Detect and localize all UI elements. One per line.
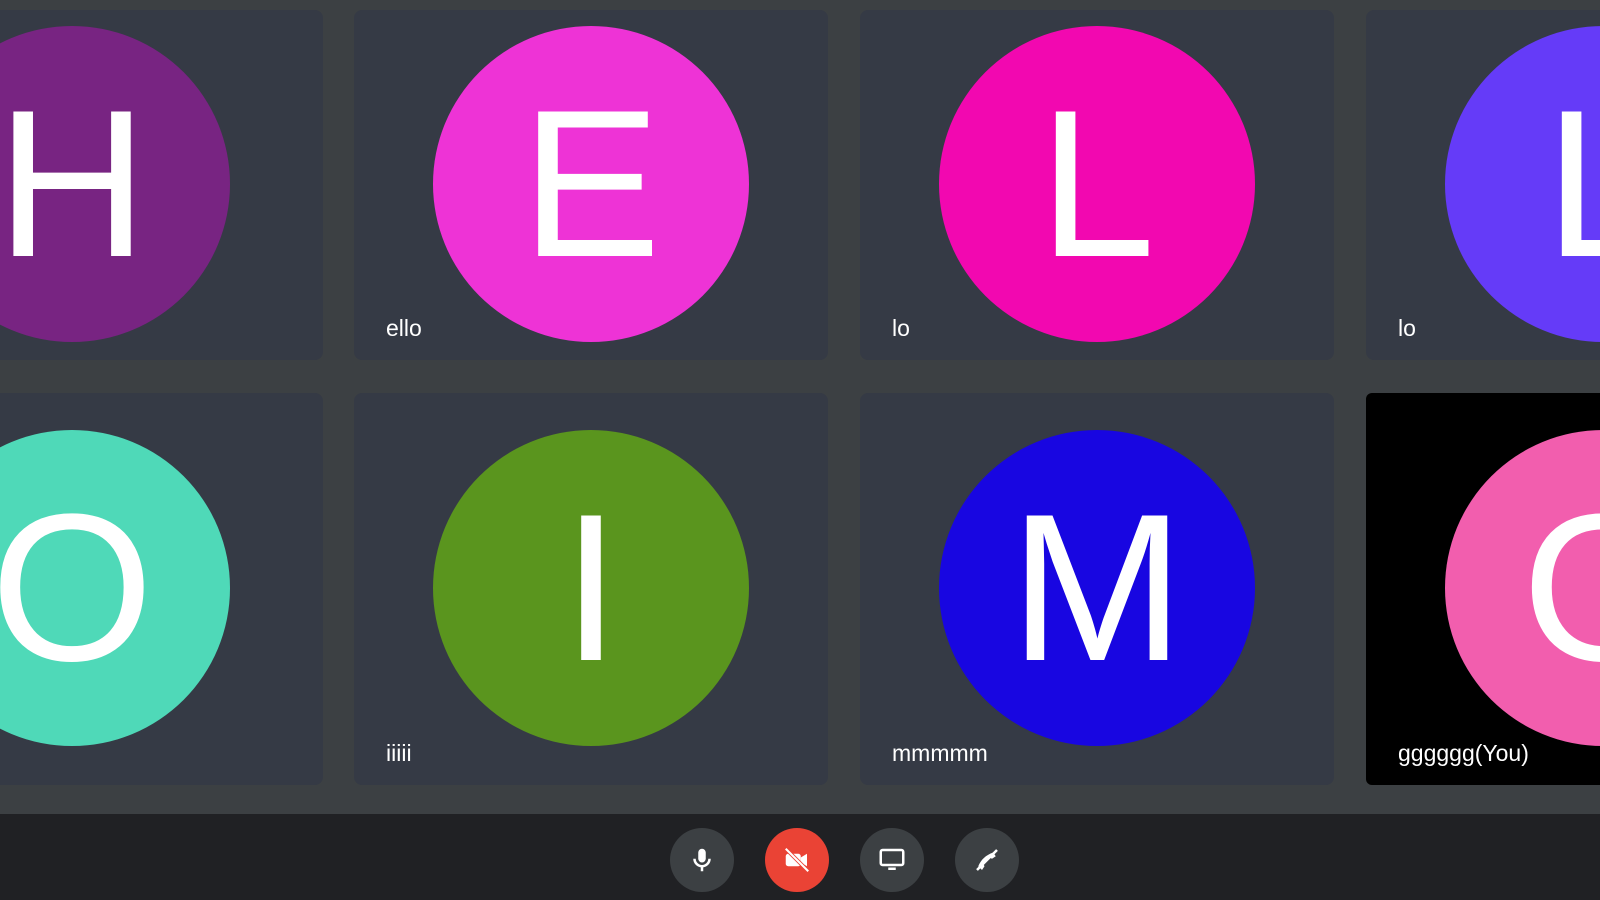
leave-call-button[interactable] <box>955 828 1019 892</box>
avatar-initial: E <box>520 66 662 301</box>
microphone-button[interactable] <box>670 828 734 892</box>
participant-avatar: L <box>1445 26 1600 342</box>
avatar-initial: H <box>0 66 148 301</box>
present-screen-icon <box>879 848 905 870</box>
participant-avatar: O <box>0 430 230 746</box>
participant-name: lo <box>892 315 910 341</box>
participant-avatar: M <box>939 430 1255 746</box>
participant-name: iiiii <box>386 740 412 766</box>
participant-avatar: I <box>433 430 749 746</box>
participant-name: ello <box>386 315 422 341</box>
participant-avatar: L <box>939 26 1255 342</box>
avatar-initial: L <box>1038 66 1156 301</box>
hang-up-icon <box>976 849 998 871</box>
avatar-initial: L <box>1545 79 1600 289</box>
participant-avatar: E <box>433 26 749 342</box>
camera-toggle-button[interactable] <box>765 828 829 892</box>
present-screen-button[interactable] <box>860 828 924 892</box>
participant-tile[interactable]: L lo <box>1366 10 1600 360</box>
participant-avatar: H <box>0 26 230 342</box>
camera-off-icon <box>784 847 810 873</box>
participant-tile[interactable]: L lo <box>860 10 1334 360</box>
self-view-tile[interactable]: G gggggg(You) <box>1366 393 1600 785</box>
participant-tile[interactable]: M mmmmm <box>860 393 1334 785</box>
participant-name: lo <box>1398 315 1416 341</box>
call-controls-toolbar <box>0 814 1600 900</box>
participant-tile[interactable]: H <box>0 10 323 360</box>
participant-avatar: G <box>1445 430 1600 746</box>
avatar-initial: M <box>1009 470 1185 705</box>
participant-tile[interactable]: E ello <box>354 10 828 360</box>
microphone-icon <box>693 848 711 872</box>
participant-tile[interactable]: O <box>0 393 323 785</box>
participant-tile[interactable]: I iiiii <box>354 393 828 785</box>
participant-name: gggggg(You) <box>1398 740 1529 766</box>
avatar-initial: G <box>1521 483 1600 693</box>
avatar-initial: I <box>561 470 621 705</box>
participant-name: mmmmm <box>892 740 988 766</box>
avatar-initial: O <box>0 470 154 705</box>
